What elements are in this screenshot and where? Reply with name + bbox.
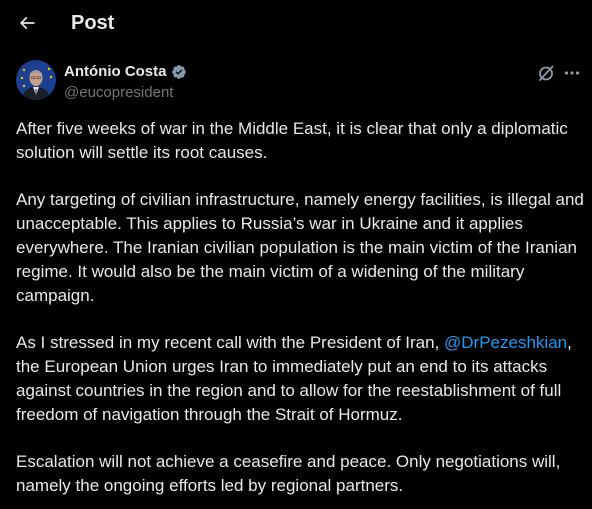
arrow-left-icon bbox=[19, 16, 35, 30]
tweet-text-segment: As I stressed in my recent call with the… bbox=[16, 333, 445, 353]
verified-badge-icon bbox=[171, 64, 187, 80]
back-button[interactable] bbox=[14, 10, 40, 36]
author-name-row: António Costa bbox=[64, 62, 187, 82]
tweet-paragraph: As I stressed in my recent call with the… bbox=[16, 331, 584, 426]
tweet-paragraph: Escalation will not achieve a ceasefire … bbox=[16, 452, 561, 495]
grok-icon[interactable] bbox=[536, 63, 556, 83]
avatar[interactable] bbox=[16, 60, 56, 100]
tweet-paragraph: After five weeks of war in the Middle Ea… bbox=[16, 119, 568, 162]
author-display-name[interactable]: António Costa bbox=[64, 62, 167, 82]
mention-link[interactable]: @DrPezeshkian bbox=[444, 333, 567, 352]
page-header: Post bbox=[0, 0, 592, 48]
page-title: Post bbox=[71, 12, 115, 34]
tweet-paragraph: Any targeting of civilian infrastructure… bbox=[16, 190, 584, 305]
tweet-text: After five weeks of war in the Middle Ea… bbox=[16, 117, 584, 509]
author-handle[interactable]: @eucopresident bbox=[64, 83, 173, 103]
avatar-image bbox=[16, 60, 56, 100]
more-options-icon[interactable] bbox=[562, 63, 582, 83]
